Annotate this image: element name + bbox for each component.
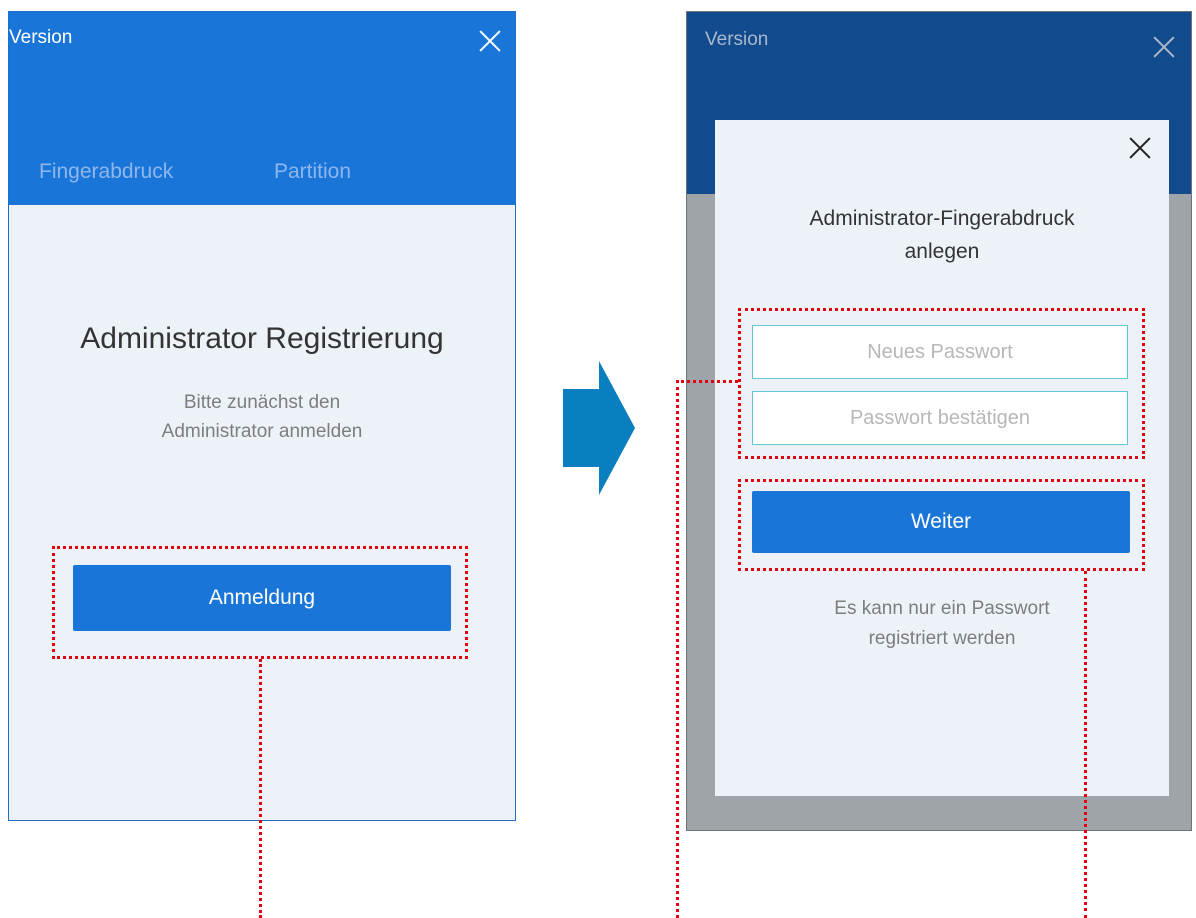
close-icon[interactable] (477, 28, 503, 54)
dialog-title-line-2: anlegen (904, 240, 980, 263)
page-title: Administrator Registrierung (80, 322, 444, 355)
annotation-box-password-fields (738, 308, 1145, 459)
annotation-line-password (676, 380, 679, 918)
window-title: Version (705, 29, 769, 50)
right-arrow-icon (563, 361, 635, 495)
close-icon[interactable] (1151, 34, 1177, 60)
tab-fingerabdruck[interactable]: Fingerabdruck (39, 160, 173, 184)
annotation-box-login (52, 546, 468, 659)
dialog-close-icon[interactable] (1127, 135, 1149, 157)
instruction-text: Bitte zunächst den Administrator anmelde… (9, 388, 515, 446)
annotation-line-next (1084, 571, 1087, 918)
annotation-box-next (738, 479, 1145, 571)
info-note: Es kann nur ein Passwort registriert wer… (715, 594, 1169, 654)
annotation-connector-password (676, 380, 738, 383)
note-line-2: registriert werden (868, 628, 1016, 649)
window-title: Version (9, 27, 73, 48)
window-header: Version Fingerabdruck Partition (9, 12, 515, 205)
instruction-line-2: Administrator anmelden (161, 421, 363, 442)
tab-partition[interactable]: Partition (274, 160, 351, 184)
dialog-title-line-1: Administrator-Fingerabdruck (809, 207, 1075, 230)
annotation-line-login (259, 659, 262, 918)
instruction-line-1: Bitte zunächst den (183, 392, 341, 413)
admin-registration-window: Version Fingerabdruck Partition Administ… (8, 11, 516, 821)
dialog-title: Administrator-Fingerabdruck anlegen (715, 202, 1169, 268)
note-line-1: Es kann nur ein Passwort (834, 598, 1050, 619)
